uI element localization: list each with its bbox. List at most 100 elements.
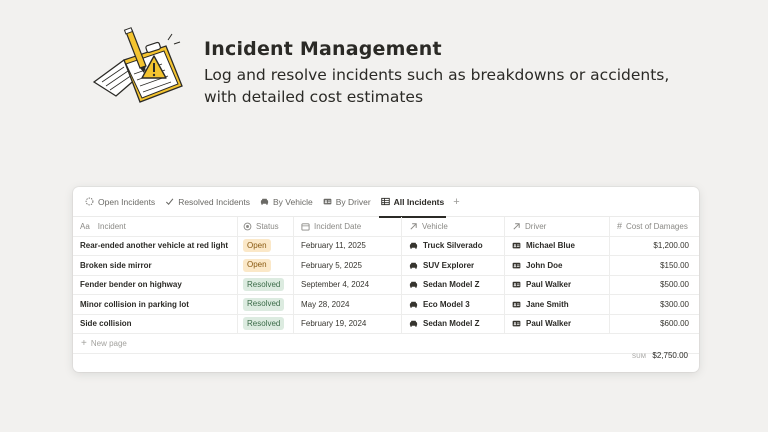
column-header-incident[interactable]: Aa Incident [73, 217, 238, 236]
tab-label: By Driver [335, 196, 371, 207]
calendar-icon [301, 223, 310, 231]
sum-value: $2,750.00 [652, 351, 688, 360]
relation-arrow-icon [513, 223, 520, 230]
tab-resolved-incidents[interactable]: Resolved Incidents [160, 187, 255, 217]
plus-icon: + [81, 338, 87, 349]
vehicle-name: Sedan Model Z [423, 319, 480, 329]
vehicle-cell[interactable]: Eco Model 3 [402, 295, 505, 314]
page-subtitle: Log and resolve incidents such as breakd… [204, 66, 670, 106]
tab-open-incidents[interactable]: Open Incidents [80, 187, 160, 217]
driver-name: John Doe [526, 260, 563, 270]
vehicle-cell[interactable]: Sedan Model Z [402, 275, 505, 294]
cost-cell[interactable]: $1,200.00 [610, 237, 696, 256]
tab-label: By Vehicle [273, 196, 313, 207]
column-header-cost[interactable]: # Cost of Damages [610, 217, 696, 236]
status-badge: Open [243, 239, 271, 253]
column-header-status[interactable]: Status [238, 217, 294, 236]
status-cell[interactable]: Resolved [238, 314, 294, 333]
status-icon [243, 222, 252, 231]
incident-date[interactable]: February 19, 2024 [294, 314, 402, 333]
id-card-icon [512, 282, 521, 288]
driver-cell[interactable]: Jane Smith [505, 295, 610, 314]
column-header-driver[interactable]: Driver [505, 217, 610, 236]
driver-name: Paul Walker [526, 280, 572, 290]
vehicle-cell[interactable]: Truck Silverado [402, 236, 505, 255]
vehicle-cell[interactable]: Sedan Model Z [402, 314, 505, 333]
column-label: Vehicle [422, 221, 448, 231]
incident-title[interactable]: Rear-ended another vehicle at red light [73, 236, 238, 255]
car-icon [409, 282, 418, 288]
column-label: Status [256, 221, 279, 231]
incident-date[interactable]: September 4, 2024 [294, 275, 402, 294]
vehicle-cell[interactable]: SUV Explorer [402, 256, 505, 275]
table-row[interactable]: Minor collision in parking lot Resolved … [73, 295, 699, 315]
driver-name: Paul Walker [526, 319, 572, 329]
driver-name: Jane Smith [526, 299, 569, 309]
driver-cell[interactable]: Michael Blue [505, 236, 610, 255]
driver-cell[interactable]: John Doe [505, 256, 610, 275]
id-card-icon [512, 262, 521, 269]
vehicle-name: Eco Model 3 [423, 299, 470, 309]
incident-warning-illustration [92, 27, 183, 103]
incident-date[interactable]: February 11, 2025 [294, 236, 402, 255]
new-page-button[interactable]: + New page [73, 334, 699, 354]
incident-title[interactable]: Broken side mirror [73, 256, 238, 275]
cost-cell[interactable]: $600.00 [610, 315, 696, 334]
tab-by-driver[interactable]: By Driver [318, 187, 376, 217]
column-label: Incident Date [314, 221, 362, 231]
tab-label: All Incidents [393, 196, 445, 207]
incident-title[interactable]: Fender bender on highway [73, 275, 238, 294]
tab-label: Open Incidents [98, 196, 156, 207]
table-row[interactable]: Fender bender on highway Resolved Septem… [73, 275, 699, 295]
cost-sum[interactable]: SUM $2,750.00 [632, 351, 688, 360]
add-view-button[interactable]: + [449, 196, 463, 208]
driver-cell[interactable]: Paul Walker [505, 275, 610, 294]
incidents-database: Open Incidents Resolved Incidents By Veh… [73, 187, 699, 372]
column-label: Cost of Damages [626, 221, 688, 231]
id-card-icon [512, 301, 521, 308]
vehicle-name: Sedan Model Z [423, 280, 480, 290]
vehicle-name: SUV Explorer [423, 260, 475, 270]
status-cell[interactable]: Resolved [238, 275, 294, 294]
tab-by-vehicle[interactable]: By Vehicle [255, 187, 318, 217]
page-title: Incident Management [204, 38, 442, 60]
number-property-icon: # [617, 221, 623, 232]
driver-cell[interactable]: Paul Walker [505, 314, 610, 333]
table-row[interactable]: Broken side mirror Open February 5, 2025… [73, 256, 699, 276]
checkmark-icon [166, 198, 174, 206]
driver-name: Michael Blue [526, 241, 575, 251]
car-icon [260, 198, 269, 205]
incident-date[interactable]: May 28, 2024 [294, 295, 402, 314]
column-label: Driver [525, 221, 547, 231]
text-property-icon: Aa [80, 221, 90, 231]
cost-cell[interactable]: $500.00 [610, 276, 696, 295]
column-header-vehicle[interactable]: Vehicle [402, 217, 505, 236]
tab-all-incidents[interactable]: All Incidents [376, 187, 450, 218]
view-tabs: Open Incidents Resolved Incidents By Veh… [73, 187, 699, 218]
sum-label: SUM [631, 354, 647, 360]
car-icon [409, 243, 418, 249]
car-icon [409, 321, 418, 327]
status-cell[interactable]: Resolved [238, 295, 294, 314]
status-badge: Resolved [243, 317, 285, 331]
status-cell[interactable]: Open [238, 256, 294, 275]
relation-arrow-icon [410, 223, 417, 230]
incident-date[interactable]: February 5, 2025 [294, 256, 402, 275]
id-card-icon [512, 321, 521, 327]
cost-cell[interactable]: $300.00 [610, 295, 696, 314]
incident-title[interactable]: Minor collision in parking lot [73, 295, 238, 314]
incident-title[interactable]: Side collision [73, 314, 238, 333]
cost-cell[interactable]: $150.00 [610, 256, 696, 275]
vehicle-name: Truck Silverado [423, 241, 483, 251]
status-cell[interactable]: Open [238, 236, 294, 255]
table-header: Aa Incident Status Incident Date Vehicle… [73, 217, 699, 237]
car-icon [409, 262, 418, 269]
table-row[interactable]: Rear-ended another vehicle at red light … [73, 236, 699, 256]
status-badge: Open [243, 258, 271, 272]
id-card-icon [512, 243, 521, 249]
id-card-icon [323, 198, 332, 205]
table-row[interactable]: Side collision Resolved February 19, 202… [73, 314, 699, 334]
circle-dashed-icon [85, 197, 94, 206]
new-page-label: New page [90, 339, 127, 348]
column-header-date[interactable]: Incident Date [294, 217, 402, 236]
